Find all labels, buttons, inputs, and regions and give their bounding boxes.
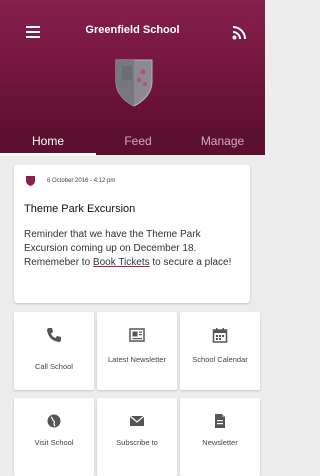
newsletter-icon: [129, 328, 145, 342]
newsletter-tile[interactable]: Newsletter: [180, 398, 260, 476]
mail-icon: [129, 415, 145, 426]
post-body: Reminder that we have the Theme Park Exc…: [24, 228, 242, 270]
school-crest-icon: [26, 176, 35, 186]
app-header: Greenfield School: [0, 0, 265, 127]
tab-home[interactable]: Home: [0, 127, 96, 155]
subscribe-tile[interactable]: Subscribe to: [97, 398, 177, 476]
tile-label: Latest Newsletter: [108, 355, 166, 364]
visit-school-tile[interactable]: Visit School: [14, 398, 94, 476]
hamburger-menu-icon[interactable]: [26, 26, 40, 38]
tab-manage[interactable]: Manage: [180, 127, 265, 155]
post-card[interactable]: 6 October 2016 - 4:12 pm Theme Park Excu…: [14, 165, 250, 303]
post-title: Theme Park Excursion: [24, 203, 136, 215]
school-crest-logo: [115, 59, 153, 107]
active-tab-indicator: [0, 153, 96, 155]
school-calendar-tile[interactable]: School Calendar: [180, 312, 260, 390]
tab-feed[interactable]: Feed: [96, 127, 180, 155]
call-school-tile[interactable]: Call School: [14, 312, 94, 390]
calendar-icon: [212, 328, 228, 343]
book-tickets-link[interactable]: Book Tickets: [93, 257, 150, 268]
app-title: Greenfield School: [85, 24, 180, 36]
tile-label: School Calendar: [192, 355, 248, 364]
post-date: 6 October 2016 - 4:12 pm: [47, 178, 116, 184]
phone-icon: [47, 328, 61, 342]
globe-icon: [47, 414, 61, 428]
tile-label: Subscribe to: [116, 438, 158, 447]
tile-label: Visit School: [34, 438, 74, 447]
document-icon: [215, 414, 225, 428]
tab-bar: Home Feed Manage: [0, 127, 265, 155]
rss-icon[interactable]: [232, 26, 246, 40]
tile-label: Newsletter: [202, 438, 238, 447]
tile-label: Call School: [35, 362, 73, 371]
post-body-text-end: to secure a place!: [152, 257, 232, 268]
latest-newsletter-tile[interactable]: Latest Newsletter: [97, 312, 177, 390]
